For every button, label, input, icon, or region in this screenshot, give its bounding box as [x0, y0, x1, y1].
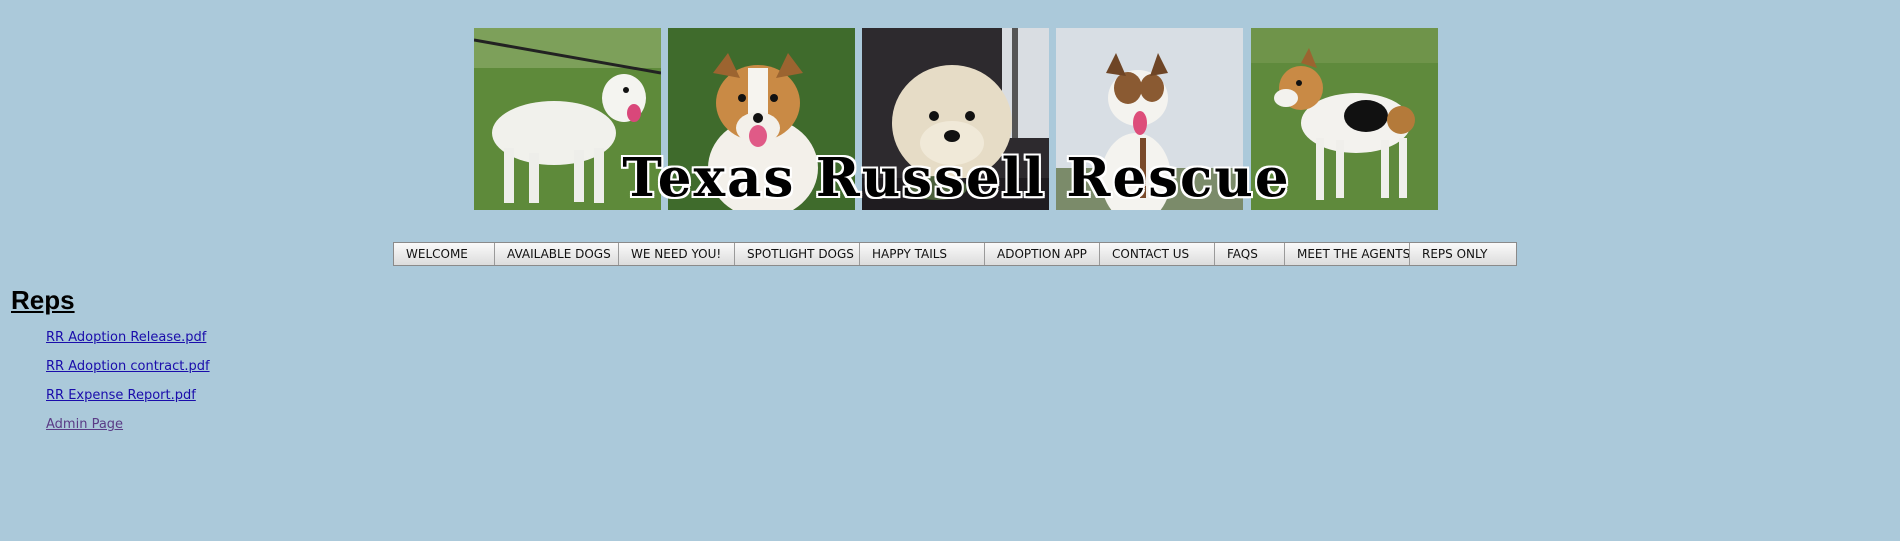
nav-contact-us[interactable]: CONTACT US: [1100, 243, 1215, 265]
link-adoption-contract[interactable]: RR Adoption contract.pdf: [46, 359, 210, 375]
link-expense-report[interactable]: RR Expense Report.pdf: [46, 388, 210, 404]
site-title: Texas Russell Rescue: [622, 147, 1291, 209]
reps-links-list: RR Adoption Release.pdf RR Adoption cont…: [46, 330, 210, 446]
nav-available-dogs[interactable]: AVAILABLE DOGS: [495, 243, 619, 265]
nav-happy-tails[interactable]: HAPPY TAILS: [860, 243, 985, 265]
nav-spotlight-dogs[interactable]: SPOTLIGHT DOGS: [735, 243, 860, 265]
nav-welcome[interactable]: WELCOME: [394, 243, 495, 265]
nav-meet-the-agents[interactable]: MEET THE AGENTS: [1285, 243, 1410, 265]
link-adoption-release[interactable]: RR Adoption Release.pdf: [46, 330, 210, 346]
link-admin-page[interactable]: Admin Page: [46, 417, 210, 433]
main-navigation: WELCOME AVAILABLE DOGS WE NEED YOU! SPOT…: [393, 242, 1517, 266]
site-banner: Texas Russell Rescue: [474, 28, 1439, 210]
nav-faqs[interactable]: FAQS: [1215, 243, 1285, 265]
page-heading: Reps: [11, 285, 75, 315]
nav-reps-only[interactable]: REPS ONLY: [1410, 243, 1516, 265]
nav-we-need-you[interactable]: WE NEED YOU!: [619, 243, 735, 265]
nav-adoption-app[interactable]: ADOPTION APP: [985, 243, 1100, 265]
